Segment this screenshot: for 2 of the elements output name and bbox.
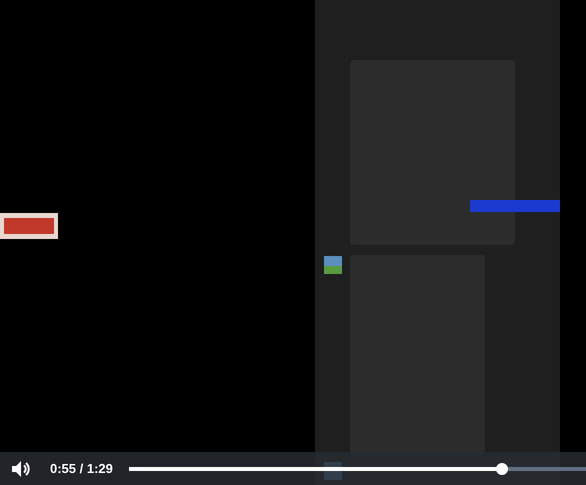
time-display: 0:55 / 1:29 xyxy=(50,461,113,476)
progress-thumb[interactable] xyxy=(496,462,508,474)
